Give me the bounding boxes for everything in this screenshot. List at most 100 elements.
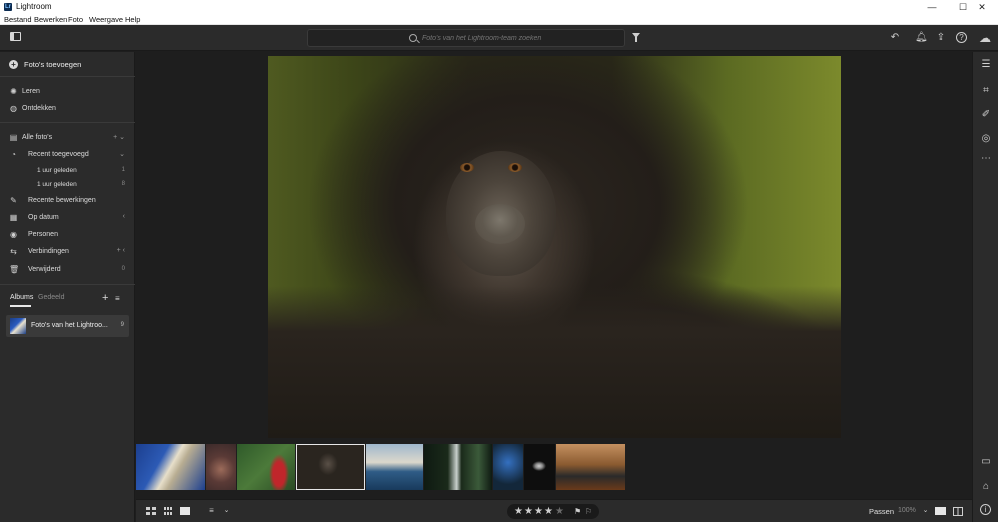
- sidebar-item-deleted[interactable]: 🗑︎ Verwijderd 0: [0, 263, 135, 277]
- photo-fur-shading: [268, 286, 841, 438]
- menu-bar: Bestand Bewerken Foto Weergave Help: [0, 14, 998, 25]
- filmstrip-thumb[interactable]: [237, 444, 295, 490]
- filmstrip-thumb[interactable]: [524, 444, 555, 490]
- filmstrip-thumb[interactable]: [366, 444, 423, 490]
- photo-grid-view-icon[interactable]: [164, 507, 174, 515]
- sidebar-item-discover[interactable]: ◍ Ontdekken: [0, 102, 135, 116]
- rating-and-flag-control: ★ ★ ★ ★ ★ ⚑ ⚐: [507, 504, 599, 519]
- tab-albums[interactable]: Albums: [10, 294, 33, 301]
- sidebar-item-by-date[interactable]: ▦ Op datum ‹: [0, 211, 135, 225]
- chevron-left-icon[interactable]: ‹: [123, 213, 125, 220]
- star-rating-5[interactable]: ★: [555, 505, 564, 518]
- sort-icon[interactable]: ≡: [206, 506, 217, 516]
- search-bar[interactable]: [307, 29, 625, 47]
- star-rating-3[interactable]: ★: [534, 505, 543, 518]
- chevron-down-icon[interactable]: ⌄: [221, 506, 232, 516]
- chevron-down-icon[interactable]: ⌄: [119, 150, 125, 158]
- tab-shared[interactable]: Gedeeld: [38, 294, 64, 301]
- sort-icon[interactable]: ≡: [115, 294, 120, 303]
- filter-icon[interactable]: [632, 33, 640, 42]
- sidebar-subitem-recent-2[interactable]: 1 uur geleden 8: [0, 178, 135, 192]
- album-count: 9: [120, 322, 124, 328]
- main-photo[interactable]: [268, 56, 841, 438]
- panel-toggle-icon[interactable]: [10, 32, 21, 41]
- album-item[interactable]: Foto's van het Lightroo... 9: [6, 315, 129, 337]
- photo-gorilla-eye: [508, 163, 522, 172]
- app-toolbar: ↶ 🔔︎ ⇪ ? ☁: [0, 25, 998, 51]
- menu-bewerken[interactable]: Bewerken: [34, 15, 67, 24]
- add-and-collapse-icon[interactable]: + ‹: [117, 247, 125, 254]
- menu-foto[interactable]: Foto: [68, 15, 83, 24]
- filmstrip-thumb-selected[interactable]: [296, 444, 365, 490]
- filmstrip-thumb[interactable]: [206, 444, 236, 490]
- star-rating-4[interactable]: ★: [544, 505, 553, 518]
- plus-circle-icon: +: [9, 60, 18, 69]
- person-icon: ◉: [10, 230, 17, 239]
- zoom-chevron-down-icon[interactable]: ⌄: [920, 506, 931, 516]
- sidebar-item-recent-edits[interactable]: ✎ Recente bewerkingen: [0, 194, 135, 208]
- pick-flag-icon[interactable]: ⚑: [574, 507, 581, 516]
- sidebar-subitem-recent-1[interactable]: 1 uur geleden 1: [0, 164, 135, 178]
- add-album-icon[interactable]: +: [102, 292, 108, 304]
- calendar-icon: ▦: [9, 213, 18, 222]
- crop-icon[interactable]: ⌗: [980, 85, 992, 97]
- sidebar-item-label: Verbindingen: [28, 248, 69, 255]
- filmstrip-thumb[interactable]: [424, 444, 492, 490]
- share-icon[interactable]: ⇪: [935, 32, 947, 44]
- minimize-button[interactable]: —: [917, 1, 947, 13]
- search-input[interactable]: [422, 32, 622, 44]
- undo-icon[interactable]: ↶: [889, 32, 901, 44]
- filmstrip-toggle-icon[interactable]: [935, 507, 946, 515]
- album-thumbnail: [10, 318, 26, 334]
- sidebar-item-count: 0: [121, 266, 125, 272]
- fit-zoom-button[interactable]: Passen: [869, 507, 894, 516]
- trash-icon: 🗑︎: [9, 265, 20, 274]
- window-title: Lightroom: [16, 2, 52, 11]
- add-and-expand-icon[interactable]: + ⌄: [113, 133, 125, 141]
- reject-flag-icon[interactable]: ⚐: [585, 507, 592, 516]
- detail-view-icon[interactable]: [180, 507, 190, 515]
- add-photos-button[interactable]: + Foto's toevoegen: [0, 57, 135, 71]
- filmstrip-thumb[interactable]: [556, 444, 625, 490]
- square-grid-view-icon[interactable]: [146, 507, 156, 515]
- edit-sliders-icon[interactable]: ☰: [980, 59, 992, 71]
- comment-icon[interactable]: ▭: [980, 456, 992, 468]
- left-sidebar: + Foto's toevoegen ✺ Leren ◍ Ontdekken ▤…: [0, 52, 135, 522]
- clock-icon: ◔: [11, 150, 16, 159]
- close-button[interactable]: ✕: [968, 1, 996, 13]
- add-photos-label: Foto's toevoegen: [24, 60, 82, 69]
- zoom-level[interactable]: 100%: [898, 507, 916, 514]
- cloud-sync-icon[interactable]: ☁: [979, 32, 991, 44]
- menu-bestand[interactable]: Bestand: [4, 15, 32, 24]
- compare-view-icon[interactable]: [953, 507, 963, 516]
- help-icon[interactable]: ?: [956, 32, 967, 43]
- notification-bell-icon[interactable]: 🔔︎: [915, 32, 928, 44]
- sidebar-item-label: Recent toegevoegd: [28, 151, 89, 158]
- search-icon: [409, 34, 417, 42]
- filmstrip: [136, 442, 972, 498]
- masking-icon[interactable]: ◎: [980, 133, 992, 145]
- bottom-toolbar: ≡ ⌄ ★ ★ ★ ★ ★ ⚑ ⚐ Passen 100% ⌄: [136, 499, 972, 522]
- sidebar-item-label: Leren: [22, 88, 40, 95]
- filmstrip-thumb[interactable]: [136, 444, 205, 490]
- more-options-icon[interactable]: ⋯: [980, 153, 992, 165]
- menu-weergave[interactable]: Weergave: [89, 15, 123, 24]
- sidebar-item-learn[interactable]: ✺ Leren: [0, 85, 135, 99]
- star-rating-1[interactable]: ★: [514, 505, 523, 518]
- divider: [0, 122, 135, 123]
- star-rating-2[interactable]: ★: [524, 505, 533, 518]
- healing-brush-icon[interactable]: ✐: [980, 109, 992, 121]
- filmstrip-thumb[interactable]: [493, 444, 523, 490]
- sidebar-item-all-photos[interactable]: ▤ Alle foto's + ⌄: [0, 131, 135, 145]
- sidebar-subitem-label: 1 uur geleden: [37, 167, 77, 174]
- photo-canvas: [136, 52, 972, 442]
- divider: [0, 76, 135, 77]
- sidebar-subitem-count: 8: [121, 181, 125, 187]
- sidebar-item-people[interactable]: ◉ Personen: [0, 228, 135, 242]
- tag-icon[interactable]: ⌂: [980, 481, 992, 493]
- compass-icon: ◍: [10, 104, 17, 113]
- menu-help[interactable]: Help: [125, 15, 140, 24]
- info-icon[interactable]: i: [980, 504, 991, 515]
- sidebar-item-connections[interactable]: ⇆ Verbindingen + ‹: [0, 245, 135, 259]
- sidebar-item-recently-added[interactable]: ◔ Recent toegevoegd ⌄: [0, 148, 135, 162]
